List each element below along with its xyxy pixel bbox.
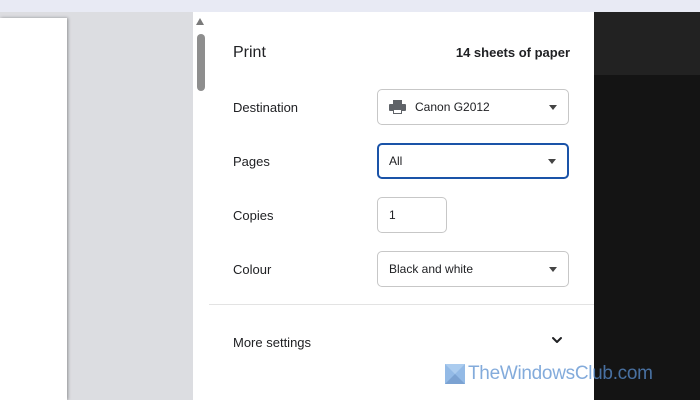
dropdown-arrow-icon: [548, 159, 556, 164]
watermark: TheWindowsClub.com: [444, 363, 653, 385]
copies-value: 1: [389, 208, 396, 222]
pages-select[interactable]: All: [377, 143, 569, 179]
dropdown-arrow-icon: [549, 105, 557, 110]
copies-label: Copies: [233, 208, 274, 223]
pages-label: Pages: [233, 154, 270, 169]
print-title: Print: [233, 44, 266, 61]
destination-value: Canon G2012: [415, 100, 490, 114]
more-settings-label: More settings: [233, 335, 312, 350]
sheet-count: 14 sheets of paper: [455, 45, 570, 60]
copies-input[interactable]: 1: [377, 197, 447, 233]
destination-select[interactable]: Canon G2012: [377, 89, 569, 125]
divider: [209, 304, 594, 305]
chevron-down-icon: [552, 337, 562, 343]
printer-icon: [389, 100, 406, 114]
colour-select[interactable]: Black and white: [377, 251, 569, 287]
print-settings-panel: Print 14 sheets of paper Destination Can…: [209, 12, 594, 400]
preview-page: [0, 18, 67, 400]
background-page-header: [594, 12, 700, 75]
destination-label: Destination: [233, 100, 299, 115]
more-settings-toggle[interactable]: More settings: [209, 317, 594, 365]
dropdown-arrow-icon: [549, 267, 557, 272]
colour-label: Colour: [233, 262, 272, 277]
watermark-text: TheWindowsClub.com: [468, 363, 653, 384]
scroll-up-arrow-icon[interactable]: [196, 18, 204, 25]
watermark-logo-icon: [445, 364, 465, 384]
top-strip: [0, 0, 700, 12]
colour-value: Black and white: [389, 262, 474, 276]
scrollbar-thumb[interactable]: [197, 34, 205, 91]
pages-value: All: [389, 154, 403, 168]
